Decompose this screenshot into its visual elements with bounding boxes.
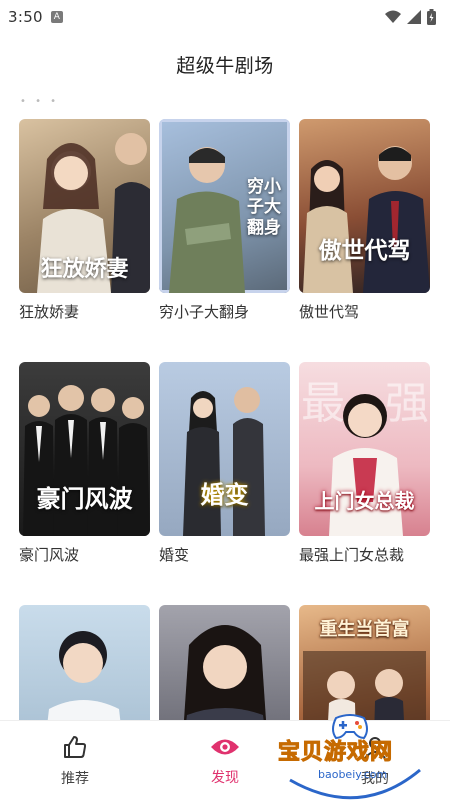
wifi-icon xyxy=(385,10,401,23)
poster-title: 傲世代驾 xyxy=(318,237,411,264)
svg-text:强: 强 xyxy=(385,378,429,429)
poster-title: 婚变 xyxy=(200,480,249,509)
notification-app-icon: A xyxy=(50,11,63,23)
drama-title: 最强上门女总裁 xyxy=(299,546,405,564)
drama-poster[interactable]: 狂放娇妻 xyxy=(19,119,150,293)
drama-title: 狂放娇妻 xyxy=(19,303,80,321)
status-indicators xyxy=(385,9,436,25)
poster-figure xyxy=(303,146,430,293)
poster-title: 狂放娇妻 xyxy=(40,256,129,282)
tab-mine[interactable]: 我的 xyxy=(300,721,450,800)
drama-title: 婚变 xyxy=(159,546,190,564)
status-time: 3:50 xyxy=(8,8,43,26)
drama-poster[interactable]: 最 强 上门女总裁 xyxy=(299,362,430,536)
drama-card[interactable]: 豪门风波 豪门风波 xyxy=(19,362,150,565)
scroll-dots: • • • xyxy=(20,96,60,107)
tab-recommend[interactable]: 推荐 xyxy=(0,721,150,800)
drama-poster[interactable]: 傲世代驾 xyxy=(299,119,430,293)
drama-title: 穷小子大翻身 xyxy=(159,303,250,321)
tab-label: 我的 xyxy=(361,770,389,787)
drama-card[interactable]: 婚变 婚变 xyxy=(159,362,290,565)
drama-card[interactable]: 最 强 上门女总裁 最强上门女总裁 xyxy=(299,362,430,565)
tab-label: 发现 xyxy=(211,769,239,786)
poster-title: 穷小子大翻身 xyxy=(247,177,281,238)
thumbs-up-icon xyxy=(64,735,87,758)
tab-label: 推荐 xyxy=(61,770,89,787)
drama-title: 傲世代驾 xyxy=(299,303,360,321)
drama-poster[interactable]: 豪门风波 xyxy=(19,362,150,536)
title-bar: 超级牛剧场 xyxy=(0,44,450,88)
drama-card[interactable]: 傲世代驾 傲世代驾 xyxy=(299,119,430,322)
poster-title: 重生当首富 xyxy=(319,619,410,640)
bottom-tab-bar: 推荐 发现 我的 xyxy=(0,720,450,800)
page-title: 超级牛剧场 xyxy=(176,55,274,77)
poster-title: 上门女总裁 xyxy=(314,489,415,513)
user-icon xyxy=(364,736,386,759)
signal-icon xyxy=(407,10,421,24)
drama-card[interactable]: 穷小子大翻身 穷小子大翻身 xyxy=(159,119,290,322)
poster-title: 豪门风波 xyxy=(36,484,133,513)
status-bar: 3:50 A xyxy=(0,0,450,34)
svg-text:最: 最 xyxy=(301,378,345,429)
drama-card[interactable]: 狂放娇妻 狂放娇妻 xyxy=(19,119,150,322)
tab-discover[interactable]: 发现 xyxy=(150,721,300,800)
drama-title: 豪门风波 xyxy=(19,546,80,564)
drama-poster[interactable]: 穷小子大翻身 xyxy=(159,119,290,293)
drama-poster[interactable]: 婚变 xyxy=(159,362,290,536)
eye-icon xyxy=(211,739,239,754)
battery-icon xyxy=(427,9,436,25)
